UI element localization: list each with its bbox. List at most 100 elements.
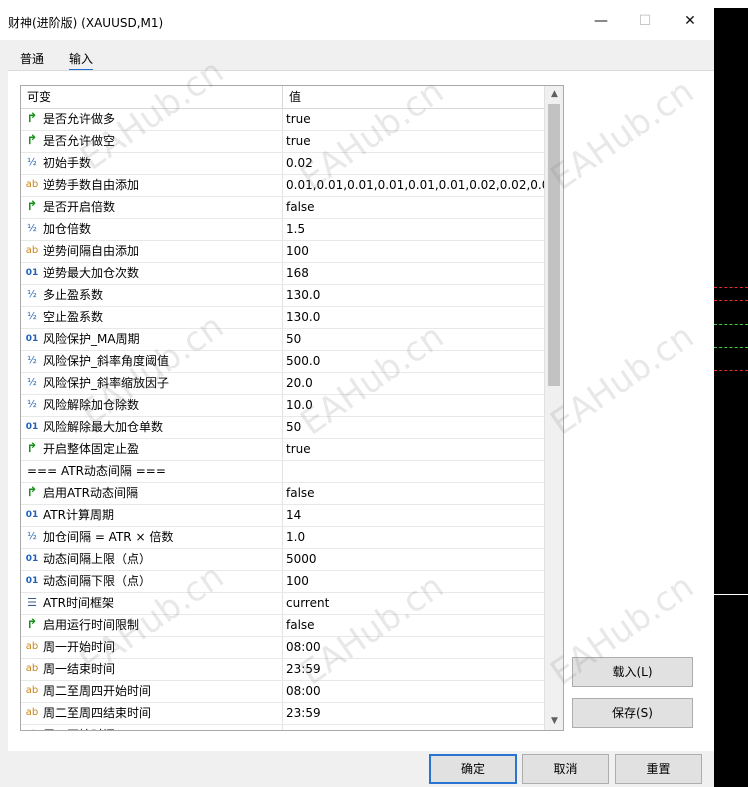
reset-button[interactable]: 重置 (615, 754, 702, 784)
param-name-cell: 01 逆势最大加仓次数 (21, 263, 283, 284)
param-name: 多止盈系数 (43, 288, 104, 302)
table-row[interactable]: ½ 风险保护_斜率缩放因子 20.0 (21, 373, 544, 395)
close-button[interactable]: ✕ (681, 12, 699, 30)
double-param-icon: ½ (27, 289, 37, 300)
table-row[interactable]: ab 周二至周四开始时间 08:00 (21, 681, 544, 703)
table-row[interactable]: ½ 加仓倍数 1.5 (21, 219, 544, 241)
table-row[interactable]: ½ 多止盈系数 130.0 (21, 285, 544, 307)
param-value[interactable]: 50 (283, 329, 544, 350)
table-row[interactable]: ab 逆势手数自由添加 0.01,0.01,0.01,0.01,0.01,0.01,… (21, 175, 544, 197)
param-value[interactable]: 0.02 (283, 153, 544, 174)
param-value[interactable] (283, 461, 544, 482)
param-value[interactable]: true (283, 131, 544, 152)
table-row[interactable]: 01 风险解除最大加仓单数 50 (21, 417, 544, 439)
scroll-down-icon[interactable]: ▼ (545, 713, 563, 730)
param-name: 周一开始时间 (43, 640, 116, 654)
grid-scrollbar[interactable]: ▲ ▼ (544, 86, 563, 730)
table-row[interactable]: 01 ATR计算周期 14 (21, 505, 544, 527)
minimize-button[interactable]: — (592, 12, 610, 30)
table-row[interactable]: 01 动态间隔上限（点） 5000 (21, 549, 544, 571)
table-row[interactable]: 01 风险保护_MA周期 50 (21, 329, 544, 351)
double-param-icon: ½ (27, 377, 37, 388)
ok-button[interactable]: 确定 (429, 754, 517, 784)
param-name: 空止盈系数 (43, 310, 104, 324)
grid-rows: ↱ 是否允许做多 true ↱ 是否允许做空 true ½ 初始手数 0.02 ab 逆势手数自由添… (21, 109, 544, 730)
param-name: 逆势间隔自由添加 (43, 244, 140, 258)
table-row[interactable]: ab 周一结束时间 23:59 (21, 659, 544, 681)
param-value[interactable]: 08:00 (283, 725, 544, 730)
param-name: 是否开启倍数 (43, 200, 116, 214)
double-param-icon: ½ (27, 355, 37, 366)
double-param-icon: ½ (27, 223, 37, 234)
param-value[interactable]: 168 (283, 263, 544, 284)
table-row[interactable]: ↱ 是否允许做空 true (21, 131, 544, 153)
param-value[interactable]: 100 (283, 571, 544, 592)
column-header-value[interactable]: 值 (283, 86, 544, 108)
param-value[interactable]: false (283, 197, 544, 218)
param-value[interactable]: 20.0 (283, 373, 544, 394)
param-value[interactable]: 08:00 (283, 637, 544, 658)
param-name-cell: ½ 风险保护_斜率角度阈值 (21, 351, 283, 372)
scroll-up-icon[interactable]: ▲ (545, 86, 563, 103)
table-row[interactable]: ab 周五开始时间 08:00 (21, 725, 544, 730)
param-name-cell: ☰ ATR时间框架 (21, 593, 283, 614)
param-value[interactable]: 10.0 (283, 395, 544, 416)
param-value[interactable]: 1.0 (283, 527, 544, 548)
param-name: 是否允许做空 (43, 134, 116, 148)
tab-inputs[interactable]: 输入 (69, 50, 94, 71)
param-name-cell: ½ 风险保护_斜率缩放因子 (21, 373, 283, 394)
table-row[interactable]: 01 动态间隔下限（点） 100 (21, 571, 544, 593)
param-value[interactable]: 50 (283, 417, 544, 438)
param-name: 逆势手数自由添加 (43, 178, 140, 192)
param-value[interactable]: 130.0 (283, 285, 544, 306)
table-row[interactable]: ½ 风险保护_斜率角度阈值 500.0 (21, 351, 544, 373)
table-row[interactable]: ↱ 是否开启倍数 false (21, 197, 544, 219)
table-row[interactable]: ab 逆势间隔自由添加 100 (21, 241, 544, 263)
param-value[interactable]: true (283, 109, 544, 130)
param-value[interactable]: true (283, 439, 544, 460)
param-value[interactable]: 100 (283, 241, 544, 262)
table-row[interactable]: ab 周一开始时间 08:00 (21, 637, 544, 659)
param-value[interactable]: 1.5 (283, 219, 544, 240)
param-value[interactable]: 23:59 (283, 703, 544, 724)
param-value[interactable]: 0.01,0.01,0.01,0.01,0.01,0.01,0.02,0.02,… (283, 175, 544, 196)
chart-top-edge (714, 0, 748, 8)
param-name-cell: 01 风险保护_MA周期 (21, 329, 283, 350)
param-value[interactable]: false (283, 483, 544, 504)
param-value[interactable]: false (283, 615, 544, 636)
table-row[interactable]: ½ 空止盈系数 130.0 (21, 307, 544, 329)
column-header-variable[interactable]: 可变 (21, 86, 283, 108)
param-value[interactable]: current (283, 593, 544, 614)
scrollbar-thumb[interactable] (548, 104, 560, 386)
table-row[interactable]: ↱ 启用ATR动态间隔 false (21, 483, 544, 505)
param-name: ATR时间框架 (43, 596, 114, 610)
table-row[interactable]: === ATR动态间隔 === (21, 461, 544, 483)
window-title: 财神(进阶版) (XAUUSD,M1) (8, 16, 164, 30)
param-name: 是否允许做多 (43, 112, 116, 126)
save-button[interactable]: 保存(S) (572, 698, 693, 728)
table-row[interactable]: ↱ 开启整体固定止盈 true (21, 439, 544, 461)
param-value[interactable]: 08:00 (283, 681, 544, 702)
table-row[interactable]: ↱ 启用运行时间限制 false (21, 615, 544, 637)
param-name-cell: === ATR动态间隔 === (21, 461, 283, 482)
table-row[interactable]: ↱ 是否允许做多 true (21, 109, 544, 131)
param-name-cell: ab 周二至周四结束时间 (21, 703, 283, 724)
param-value[interactable]: 23:59 (283, 659, 544, 680)
param-name: ATR计算周期 (43, 508, 114, 522)
table-row[interactable]: ☰ ATR时间框架 current (21, 593, 544, 615)
table-row[interactable]: ½ 加仓间隔 = ATR × 倍数 1.0 (21, 527, 544, 549)
table-row[interactable]: ½ 风险解除加仓除数 10.0 (21, 395, 544, 417)
load-button[interactable]: 载入(L) (572, 657, 693, 687)
param-value[interactable]: 130.0 (283, 307, 544, 328)
param-name: 启用运行时间限制 (43, 618, 140, 632)
tab-common[interactable]: 普通 (20, 50, 44, 67)
param-value[interactable]: 14 (283, 505, 544, 526)
string-param-icon: ab (25, 245, 39, 256)
table-row[interactable]: 01 逆势最大加仓次数 168 (21, 263, 544, 285)
table-row[interactable]: ½ 初始手数 0.02 (21, 153, 544, 175)
param-value[interactable]: 500.0 (283, 351, 544, 372)
table-row[interactable]: ab 周二至周四结束时间 23:59 (21, 703, 544, 725)
string-param-icon: ab (25, 663, 39, 674)
cancel-button[interactable]: 取消 (522, 754, 609, 784)
param-value[interactable]: 5000 (283, 549, 544, 570)
